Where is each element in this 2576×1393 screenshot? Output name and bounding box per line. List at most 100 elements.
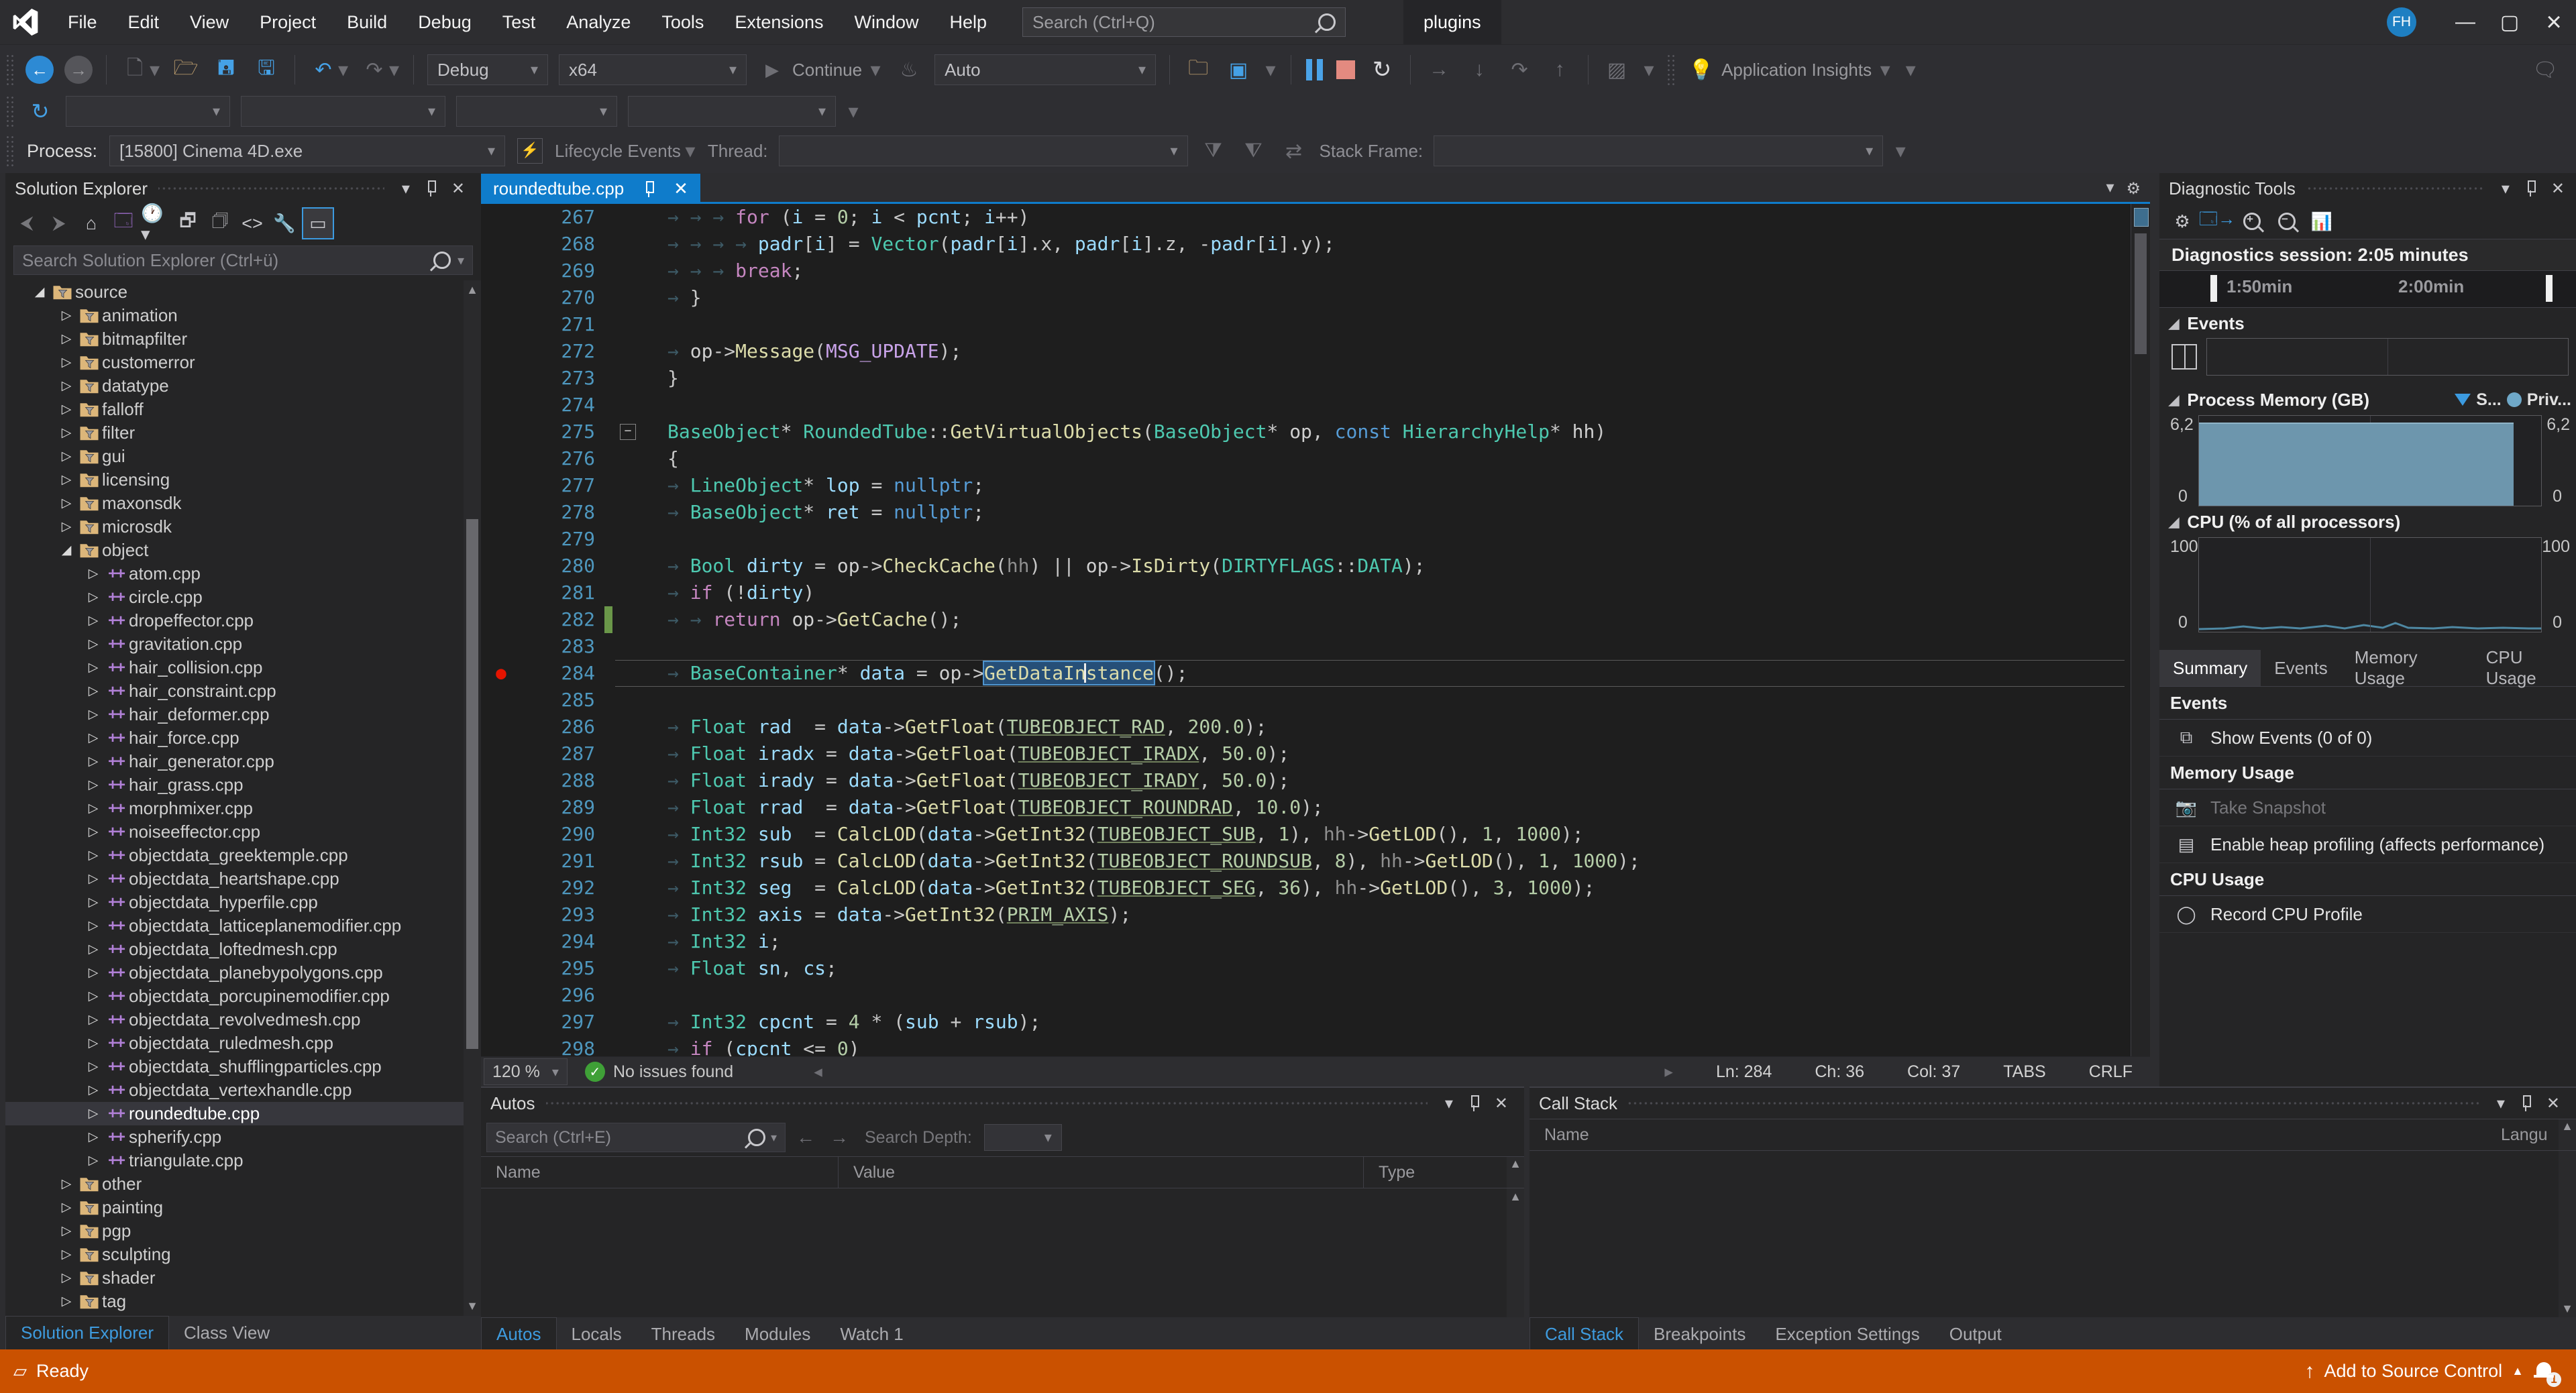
code-line-297[interactable]: 297→ Int32 cpcnt = 4 * (sub + rsub);: [481, 1009, 2131, 1036]
menu-extensions[interactable]: Extensions: [719, 0, 839, 44]
code-line-290[interactable]: 290→ Int32 sub = CalcLOD(data->GetInt32(…: [481, 821, 2131, 848]
breakpoint-margin[interactable]: [481, 875, 521, 901]
memory-chart[interactable]: 6,2 6,2 0 0: [2169, 415, 2571, 506]
chevron-up-icon[interactable]: ▲: [2512, 1364, 2524, 1378]
thread-dropdown[interactable]: ▾: [779, 135, 1188, 166]
record-cpu-profile-link[interactable]: ◯Record CPU Profile: [2159, 896, 2576, 933]
column-header-name[interactable]: Name: [481, 1157, 839, 1188]
collapse-all-icon[interactable]: 🗇: [205, 209, 235, 238]
settings-gear-icon[interactable]: ⚙: [2167, 208, 2197, 235]
add-to-source-control-button[interactable]: Add to Source Control: [2324, 1361, 2503, 1382]
send-feedback-icon[interactable]: 🗨: [2532, 58, 2559, 82]
breakpoint-margin[interactable]: [481, 928, 521, 955]
zoom-level-dropdown[interactable]: 120 %▾: [484, 1058, 568, 1085]
collapsed-arrow-icon[interactable]: ▷: [56, 1223, 76, 1239]
call-stack-body[interactable]: ▼: [1529, 1151, 2576, 1317]
tree-item-roundedtube-cpp[interactable]: ▷++roundedtube.cpp: [5, 1102, 481, 1125]
pending-changes-filter-icon[interactable]: 🕐▾: [141, 209, 170, 238]
column-header-type[interactable]: Type: [1364, 1157, 1507, 1188]
tree-item-hair_generator-cpp[interactable]: ▷++hair_generator.cpp: [5, 750, 481, 773]
tree-item-gui[interactable]: ▷gui: [5, 445, 481, 468]
tree-item-datatype[interactable]: ▷datatype: [5, 374, 481, 398]
collapsed-arrow-icon[interactable]: ▷: [83, 801, 103, 816]
refresh-icon[interactable]: ↻: [27, 99, 54, 124]
search-options-dropdown[interactable]: ▾: [771, 1131, 777, 1145]
collapsed-arrow-icon[interactable]: ▷: [83, 1012, 103, 1027]
breakpoint-margin[interactable]: [481, 231, 521, 258]
solution-explorer-search-input[interactable]: Search Solution Explorer (Ctrl+ü) ▾: [13, 245, 473, 275]
toggle-current-thread-icon[interactable]: ⇄: [1281, 140, 1307, 163]
tabs-indicator[interactable]: TABS: [2003, 1062, 2045, 1082]
tree-item-objectdata_porcupinemodifier-cpp[interactable]: ▷++objectdata_porcupinemodifier.cpp: [5, 985, 481, 1008]
events-swimlane[interactable]: [2206, 338, 2569, 376]
back-icon[interactable]: ⮜: [12, 209, 42, 238]
collapsed-arrow-icon[interactable]: ▷: [56, 472, 76, 488]
tree-item-hair_grass-cpp[interactable]: ▷++hair_grass.cpp: [5, 773, 481, 797]
close-icon[interactable]: ✕: [674, 178, 688, 199]
autos-header-scrollbar[interactable]: ▲: [1507, 1157, 1524, 1188]
scroll-down-icon[interactable]: ▼: [464, 1299, 481, 1313]
toolbar-grip[interactable]: [5, 95, 15, 127]
tab-exception-settings[interactable]: Exception Settings: [1760, 1317, 1934, 1351]
toolbar-grip[interactable]: [5, 54, 15, 86]
collapsed-arrow-icon[interactable]: ▷: [83, 1059, 103, 1074]
pin-icon[interactable]: [2523, 180, 2538, 197]
collapsed-arrow-icon[interactable]: ▷: [56, 355, 76, 370]
code-line-276[interactable]: 276{: [481, 445, 2131, 472]
prev-result-icon[interactable]: ←: [792, 1127, 819, 1148]
tree-item-objectdata_shufflingparticles-cpp[interactable]: ▷++objectdata_shufflingparticles.cpp: [5, 1055, 481, 1078]
tree-item-objectdata_planebypolygons-cpp[interactable]: ▷++objectdata_planebypolygons.cpp: [5, 961, 481, 985]
next-result-icon[interactable]: →: [826, 1127, 853, 1148]
lifecycle-events-button[interactable]: Lifecycle Events: [555, 141, 681, 162]
switch-views-icon[interactable]: 🗔: [109, 209, 138, 238]
tree-item-tag[interactable]: ▷tag: [5, 1290, 481, 1313]
breakpoint-margin[interactable]: [481, 821, 521, 848]
eol-indicator[interactable]: CRLF: [2089, 1062, 2133, 1082]
breakpoint-margin[interactable]: [481, 794, 521, 821]
collapsed-arrow-icon[interactable]: ▷: [83, 848, 103, 863]
breakpoint-margin[interactable]: [481, 740, 521, 767]
collapsed-arrow-icon[interactable]: ▷: [56, 402, 76, 417]
call-stack-scrollbar[interactable]: ▲: [2559, 1119, 2576, 1150]
menu-help[interactable]: Help: [934, 0, 1003, 44]
undo-button[interactable]: ↶: [310, 58, 337, 82]
code-line-279[interactable]: 279: [481, 526, 2131, 553]
collapsed-arrow-icon[interactable]: ▷: [56, 1247, 76, 1262]
breakpoint-margin[interactable]: [481, 472, 521, 499]
tree-item-noiseeffector-cpp[interactable]: ▷++noiseeffector.cpp: [5, 820, 481, 844]
step-out-button[interactable]: ↑: [1546, 58, 1573, 81]
call-stack-title-bar[interactable]: Call Stack ▾ ✕: [1529, 1088, 2576, 1119]
close-icon[interactable]: ✕: [445, 179, 472, 199]
debug-target-dropdown[interactable]: Auto▾: [934, 54, 1156, 85]
code-line-289[interactable]: 289→ Float rrad = data->GetFloat(TUBEOBJ…: [481, 794, 2131, 821]
pin-icon[interactable]: [2518, 1095, 2533, 1111]
continue-button[interactable]: Continue: [792, 60, 862, 80]
collapsed-arrow-icon[interactable]: ▷: [56, 1294, 76, 1309]
code-line-285[interactable]: 285: [481, 687, 2131, 714]
breakpoint-margin[interactable]: [481, 338, 521, 365]
tree-item-painting[interactable]: ▷painting: [5, 1196, 481, 1219]
tab-locals[interactable]: Locals: [557, 1317, 637, 1351]
undo-dropdown[interactable]: ▾: [338, 58, 347, 82]
save-all-button[interactable]: 🖫: [253, 53, 280, 87]
tree-item-animation[interactable]: ▷animation: [5, 304, 481, 327]
collapsed-arrow-icon[interactable]: ▷: [83, 730, 103, 746]
new-file-button[interactable]: 🗋: [121, 53, 148, 87]
forward-icon[interactable]: ⮞: [44, 209, 74, 238]
timeline-right-handle[interactable]: [2546, 275, 2553, 302]
tree-item-pgp[interactable]: ▷pgp: [5, 1219, 481, 1243]
continue-dropdown[interactable]: ▾: [869, 58, 882, 82]
pin-icon[interactable]: [1466, 1095, 1481, 1111]
autos-search-input[interactable]: Search (Ctrl+E) ▾: [486, 1123, 786, 1152]
breakpoint-window-icon[interactable]: ▣: [1225, 58, 1252, 82]
filter-threads-icon[interactable]: ⧩: [1200, 140, 1227, 162]
solution-configuration-dropdown[interactable]: Debug▾: [427, 54, 548, 85]
collapsed-arrow-icon[interactable]: ▷: [83, 777, 103, 793]
code-line-288[interactable]: 288→ Float irady = data->GetFloat(TUBEOB…: [481, 767, 2131, 794]
tree-item-hair_force-cpp[interactable]: ▷++hair_force.cpp: [5, 726, 481, 750]
tree-item-falloff[interactable]: ▷falloff: [5, 398, 481, 421]
diagnostic-tools-title-bar[interactable]: Diagnostic Tools ▾ ✕: [2159, 173, 2576, 204]
tree-item-sculpting[interactable]: ▷sculpting: [5, 1243, 481, 1266]
menu-analyze[interactable]: Analyze: [551, 0, 646, 44]
breakpoint-margin[interactable]: [481, 204, 521, 231]
